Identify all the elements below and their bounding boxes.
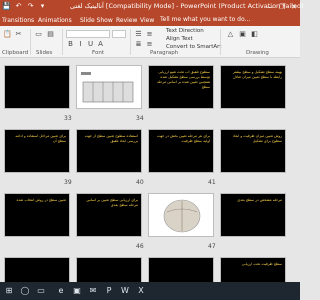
align-text-button[interactable]: Align Text — [166, 36, 193, 42]
slide-text: برای تعیین مراحل استفاده و ادامه سطح آن — [15, 134, 66, 143]
ribbon-separator — [62, 29, 63, 55]
slide-thumbnail[interactable] — [4, 65, 70, 109]
shapes-icon[interactable]: △ — [226, 30, 235, 38]
font-name-box[interactable] — [66, 30, 110, 38]
align-left-icon[interactable]: ≣ — [134, 40, 143, 48]
slide-text: برای ارزیابی سطح تعیین بر اساس مرحله سطح… — [86, 198, 138, 207]
slide-text: روش تعیین میزان ظرفیت و ابعاد سطوح برای … — [232, 134, 282, 143]
slide-number: 47 — [208, 243, 216, 250]
slide-text: سطح ظرفیت تحت ارزیابی — [241, 262, 282, 266]
numbering-icon[interactable]: ≡ — [145, 30, 154, 38]
italic-icon[interactable]: I — [76, 40, 85, 48]
undo-icon[interactable]: ↶ — [14, 2, 23, 11]
group-clipboard-label: Clipboard — [2, 50, 29, 56]
cut-icon[interactable]: ✂ — [14, 30, 23, 38]
bullets-icon[interactable]: ☰ — [134, 30, 143, 38]
quick-access-toolbar: 💾 ↶ ↷ ▾ — [2, 2, 47, 12]
group-drawing-label: Drawing — [246, 50, 269, 56]
slide-text: مرحله مشخص در سطح بعدی — [237, 198, 282, 202]
customize-qat-icon[interactable]: ▾ — [38, 2, 47, 11]
window-controls: — ❐ ✕ — [264, 0, 300, 14]
skull-image — [163, 199, 201, 233]
group-font-label: Font — [92, 50, 104, 56]
slide-number: 34 — [136, 115, 144, 122]
tab-transitions[interactable]: Transitions — [0, 15, 36, 26]
slide-thumbnail[interactable]: برای ارزیابی سطح تعیین بر اساس مرحله سطح… — [76, 193, 142, 237]
slide-thumbnail[interactable]: برای تعیین مراحل استفاده و ادامه سطح آن — [4, 129, 70, 173]
slide-thumbnail[interactable]: تعیین سطح در روش انتخاب شده — [4, 193, 70, 237]
ribbon-separator — [220, 29, 221, 55]
slide-text: سطوح تلفیق آب تحت شیو ارزیابی توسط بررسی… — [156, 70, 210, 89]
search-icon[interactable]: ◯ — [20, 286, 30, 296]
slide-thumbnail[interactable] — [148, 193, 214, 237]
maximize-button[interactable]: ❐ — [276, 0, 288, 14]
start-icon[interactable]: ⊞ — [4, 286, 14, 296]
quick-styles-icon[interactable]: ◧ — [250, 30, 259, 38]
tab-animations[interactable]: Animations — [36, 15, 74, 26]
slide-thumbnail[interactable]: برای هر مرحله تعیین بخش در جهت اولیه سطح… — [148, 129, 214, 173]
slide-text: استفاده سطوح تعیین سطح از جهت بررسی ابعا… — [84, 134, 138, 143]
slide-thumbnail[interactable]: مرحله مشخص در سطح بعدی — [220, 193, 286, 237]
new-slide-icon[interactable]: ▭ — [34, 30, 43, 38]
tab-view[interactable]: View — [138, 15, 156, 26]
slide-text: بهینه سطح تشکیل و سطح بیشتر رابطه با سطح… — [232, 70, 282, 79]
word-icon[interactable]: W — [120, 286, 130, 296]
slide-thumbnail[interactable]: سطوح تلفیق آب تحت شیو ارزیابی توسط بررسی… — [148, 65, 214, 109]
font-size-box[interactable] — [112, 30, 126, 38]
group-slides-label: Slides — [36, 50, 53, 56]
tell-me-box[interactable]: Tell me what you want to do... — [160, 15, 250, 25]
arrange-icon[interactable]: ▣ — [238, 30, 247, 38]
excel-icon[interactable]: X — [136, 286, 146, 296]
mail-icon[interactable]: ✉ — [88, 286, 98, 296]
layout-icon[interactable]: ▤ — [46, 30, 55, 38]
diagram-image — [81, 72, 134, 103]
ribbon-separator — [130, 29, 131, 55]
bold-icon[interactable]: B — [66, 40, 75, 48]
slide-number: 41 — [208, 179, 216, 186]
align-center-icon[interactable]: ≡ — [145, 40, 154, 48]
slide-thumbnail[interactable] — [76, 65, 142, 109]
powerpoint-window: 💾 ↶ ↷ ▾ آنالیتیک لغتی [Compatibility Mod… — [0, 0, 304, 300]
slide-number: 33 — [64, 115, 72, 122]
title-bar: 💾 ↶ ↷ ▾ آنالیتیک لغتی [Compatibility Mod… — [0, 0, 304, 14]
slide-text: تعیین سطح در روش انتخاب شده — [16, 198, 66, 202]
slide-number: 46 — [136, 243, 144, 250]
save-icon[interactable]: 💾 — [2, 2, 11, 11]
explorer-icon[interactable]: ▣ — [72, 286, 82, 296]
task-view-icon[interactable]: ▭ — [36, 286, 46, 296]
close-button[interactable]: ✕ — [288, 0, 300, 14]
text-direction-button[interactable]: Text Direction — [166, 28, 204, 34]
tab-review[interactable]: Review — [114, 15, 139, 26]
tab-slide-show[interactable]: Slide Show — [78, 15, 115, 26]
slide-thumbnail[interactable]: بهینه سطح تشکیل و سطح بیشتر رابطه با سطح… — [220, 65, 286, 109]
slide-thumbnail[interactable]: روش تعیین میزان ظرفیت و ابعاد سطوح برای … — [220, 129, 286, 173]
group-paragraph-label: Paragraph — [150, 50, 179, 56]
font-color-icon[interactable]: A — [96, 40, 105, 48]
slide-sorter: سطوح تلفیق آب تحت شیو ارزیابی توسط بررسی… — [0, 59, 300, 287]
slide-number: 40 — [136, 179, 144, 186]
powerpoint-icon[interactable]: P — [104, 286, 114, 296]
ribbon-tabs: Transitions Animations Slide Show Review… — [0, 14, 300, 26]
taskbar: ⊞ ◯ ▭ e ▣ ✉ P W X — [0, 282, 300, 300]
redo-icon[interactable]: ↷ — [26, 2, 35, 11]
slide-number: 39 — [64, 179, 72, 186]
ribbon: 📋 ✂ Clipboard ▭ ▤ Slides B I U A Font ☰ … — [0, 26, 300, 58]
paste-icon[interactable]: 📋 — [3, 30, 12, 38]
slide-text: برای هر مرحله تعیین بخش در جهت اولیه سطح… — [156, 134, 210, 143]
slide-thumbnail[interactable]: استفاده سطوح تعیین سطح از جهت بررسی ابعا… — [76, 129, 142, 173]
ribbon-separator — [30, 29, 31, 55]
underline-icon[interactable]: U — [86, 40, 95, 48]
minimize-button[interactable]: — — [264, 0, 276, 14]
edge-icon[interactable]: e — [56, 286, 66, 296]
